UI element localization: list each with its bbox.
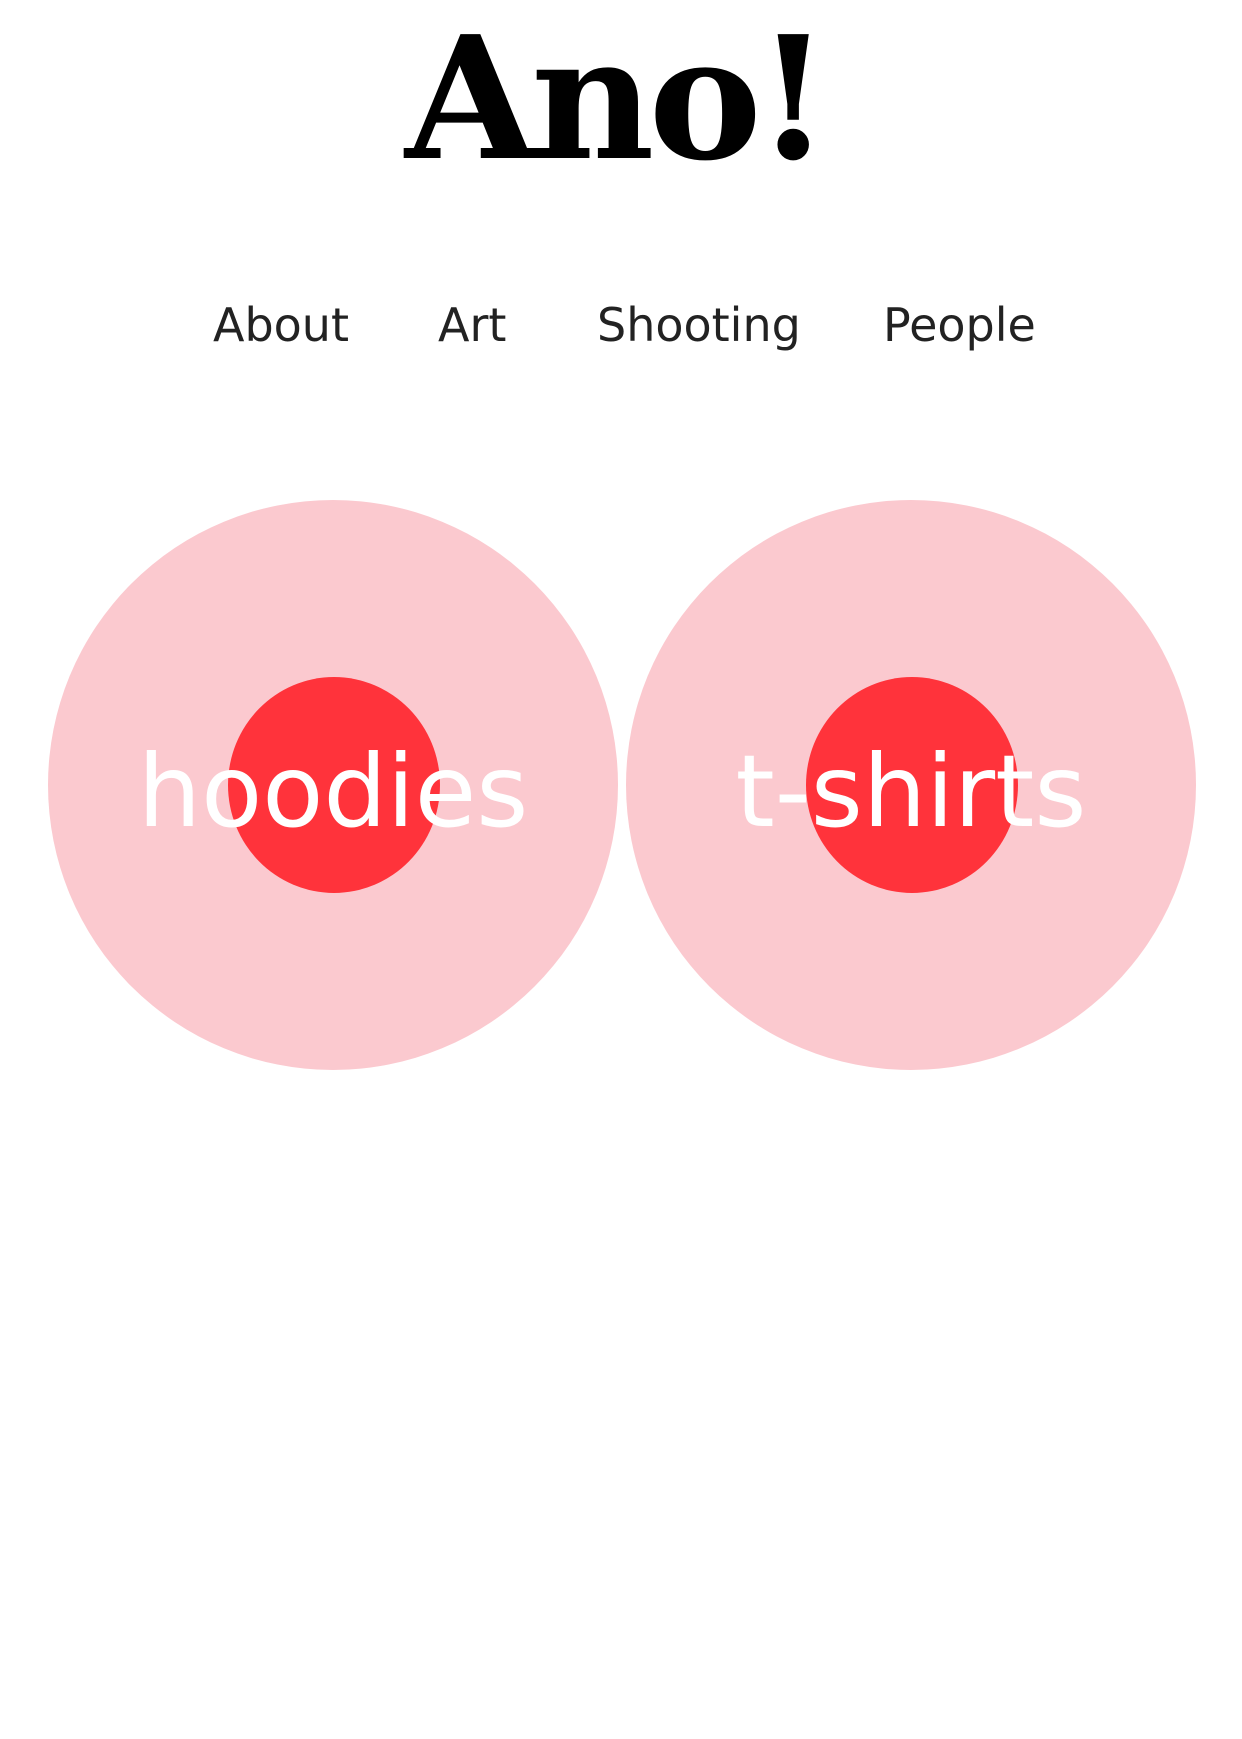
category-t-shirts[interactable]: t-shirts [626, 500, 1196, 1070]
nav-item-shooting[interactable]: Shooting [597, 290, 801, 360]
nav-item-about[interactable]: About [213, 290, 349, 360]
logo-text: Ano! [403, 0, 825, 180]
main-nav: About Art Shooting People [0, 290, 1242, 360]
category-label: t-shirts [735, 732, 1087, 850]
ano-logo: Ano! [403, 0, 831, 180]
site-logo[interactable]: Ano! [0, 0, 1242, 180]
nav-item-art[interactable]: Art [438, 290, 506, 360]
category-hoodies[interactable]: hoodies [48, 500, 618, 1070]
nav-item-people[interactable]: People [883, 290, 1036, 360]
category-label: hoodies [137, 732, 529, 850]
